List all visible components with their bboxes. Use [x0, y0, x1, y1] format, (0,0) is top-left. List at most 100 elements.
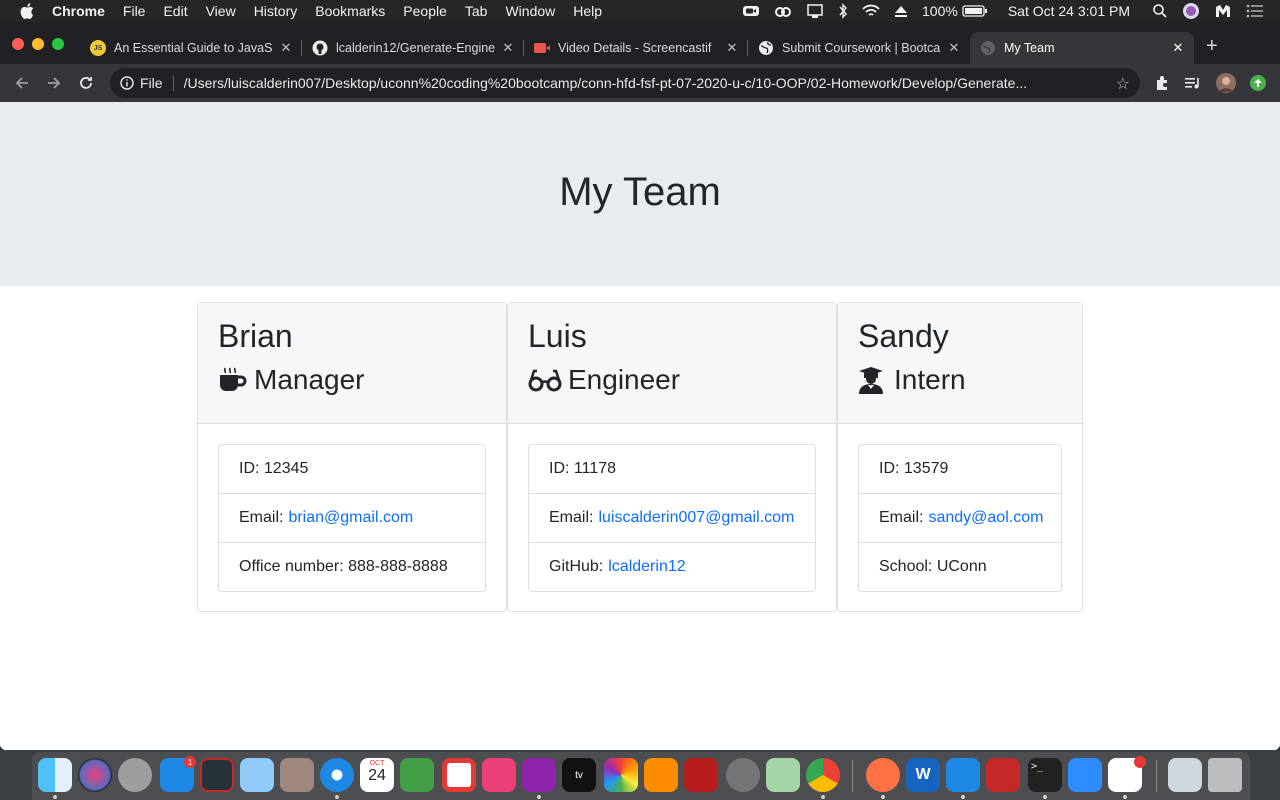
email-label: Email:: [879, 509, 924, 526]
arrow-right-icon: [48, 77, 61, 89]
tab-close-icon[interactable]: ✕: [1170, 40, 1186, 56]
battery-percent: 100%: [922, 3, 958, 19]
notification-center-icon[interactable]: [1246, 4, 1264, 18]
tab-submit-coursework[interactable]: Submit Coursework | Bootca ✕: [748, 32, 970, 64]
menu-edit[interactable]: Edit: [163, 3, 187, 19]
coffee-mug-icon: [218, 365, 248, 395]
apple-tv-icon[interactable]: tv: [562, 758, 596, 792]
update-arrow-icon[interactable]: [1250, 75, 1266, 91]
running-indicator: [537, 795, 541, 799]
back-button[interactable]: [12, 73, 32, 93]
employee-email-row: Email: luiscalderin007@gmail.com: [529, 494, 815, 543]
apple-icon[interactable]: [20, 3, 38, 19]
screencastify-icon: [534, 40, 550, 56]
info-icon[interactable]: [120, 76, 134, 90]
github-link[interactable]: lcalderin12: [608, 558, 685, 576]
menu-window[interactable]: Window: [505, 3, 555, 19]
menu-history[interactable]: History: [254, 3, 298, 19]
finder-icon[interactable]: [38, 758, 72, 792]
window-close-button[interactable]: [12, 38, 24, 50]
reload-button[interactable]: [76, 73, 96, 93]
menu-people[interactable]: People: [403, 3, 447, 19]
spotlight-search-icon[interactable]: [1152, 3, 1168, 19]
page-title: My Team: [559, 169, 721, 214]
running-indicator: [1043, 795, 1047, 799]
tab-title: lcalderin12/Generate-Engine: [336, 41, 496, 55]
music-icon[interactable]: [482, 758, 516, 792]
employee-github-row: GitHub: lcalderin12: [529, 543, 815, 591]
zoom-app-icon[interactable]: [1068, 758, 1102, 792]
email-link[interactable]: luiscalderin007@gmail.com: [598, 509, 794, 527]
email-label: Email:: [239, 509, 284, 526]
address-bar[interactable]: File /Users/luiscalderin007/Desktop/ucon…: [110, 68, 1140, 98]
tab-close-icon[interactable]: ✕: [278, 40, 294, 56]
extensions-puzzle-icon[interactable]: [1153, 74, 1171, 92]
terminal-icon[interactable]: >_: [1028, 758, 1062, 792]
chrome-icon[interactable]: [806, 758, 840, 792]
safari-icon[interactable]: [320, 758, 354, 792]
facetime-icon[interactable]: [400, 758, 434, 792]
media-playlist-icon[interactable]: [1184, 74, 1202, 92]
maps-icon[interactable]: [766, 758, 800, 792]
trash-icon[interactable]: [1208, 758, 1242, 792]
mail-icon[interactable]: [240, 758, 274, 792]
launchpad-icon[interactable]: [118, 758, 152, 792]
tab-close-icon[interactable]: ✕: [946, 40, 962, 56]
profile-avatar[interactable]: [1216, 73, 1236, 93]
macos-dock: 1 OCT 24 tv W >_: [32, 752, 1250, 800]
photo-viewer-icon[interactable]: [684, 758, 718, 792]
photo-booth-icon[interactable]: [200, 758, 234, 792]
tab-js-guide[interactable]: JS An Essential Guide to JavaS ✕: [80, 32, 302, 64]
bluetooth-icon[interactable]: [838, 3, 848, 19]
employee-card-intern: Sandy Intern ID: 13579 Email: sandy@aol.…: [837, 302, 1083, 612]
eject-icon[interactable]: [894, 4, 908, 18]
employee-card-engineer: Luis Engineer ID: 11178 Email: luiscalde…: [507, 302, 837, 612]
tab-close-icon[interactable]: ✕: [724, 40, 740, 56]
vscode-icon[interactable]: [946, 758, 980, 792]
tab-my-team[interactable]: My Team ✕: [970, 32, 1194, 64]
menu-app-name[interactable]: Chrome: [52, 3, 105, 19]
menu-help[interactable]: Help: [573, 3, 602, 19]
glasses-icon: [528, 365, 562, 395]
podcasts-icon[interactable]: [522, 758, 556, 792]
word-icon[interactable]: W: [906, 758, 940, 792]
system-preferences-icon[interactable]: [726, 758, 760, 792]
siri-icon[interactable]: [78, 758, 112, 792]
menu-file[interactable]: File: [123, 3, 146, 19]
tab-close-icon[interactable]: ✕: [500, 40, 516, 56]
malwarebytes-icon[interactable]: [1214, 3, 1232, 19]
menu-tab[interactable]: Tab: [465, 3, 488, 19]
menu-clock[interactable]: Sat Oct 24 3:01 PM: [1008, 3, 1130, 19]
calendar-icon[interactable]: OCT 24: [360, 758, 394, 792]
contacts-icon[interactable]: [280, 758, 314, 792]
card-body: ID: 12345 Email: brian@gmail.com Office …: [198, 424, 506, 612]
books-icon[interactable]: [644, 758, 678, 792]
news-icon[interactable]: [442, 758, 476, 792]
document-icon[interactable]: [1168, 758, 1202, 792]
menu-view[interactable]: View: [206, 3, 236, 19]
new-tab-button[interactable]: +: [1206, 36, 1218, 56]
tab-github[interactable]: lcalderin12/Generate-Engine ✕: [302, 32, 524, 64]
zoom-icon[interactable]: [742, 4, 760, 18]
screen-share-icon[interactable]: [806, 3, 824, 19]
window-minimize-button[interactable]: [32, 38, 44, 50]
tab-title: My Team: [1004, 41, 1055, 55]
creative-cloud-icon[interactable]: [774, 4, 792, 18]
url-text[interactable]: /Users/luiscalderin007/Desktop/uconn%20c…: [184, 75, 1104, 91]
window-zoom-button[interactable]: [52, 38, 64, 50]
battery-icon[interactable]: [962, 4, 988, 18]
tab-screencastify[interactable]: Video Details - Screencastif ✕: [524, 32, 748, 64]
siri-icon[interactable]: [1182, 2, 1200, 20]
menu-bookmarks[interactable]: Bookmarks: [315, 3, 385, 19]
acrobat-icon[interactable]: [986, 758, 1020, 792]
email-link[interactable]: brian@gmail.com: [288, 509, 413, 527]
pencil-app-icon[interactable]: [866, 758, 900, 792]
forward-button[interactable]: [44, 73, 64, 93]
email-link[interactable]: sandy@aol.com: [928, 509, 1043, 527]
card-header: Brian Manager: [198, 303, 506, 424]
wifi-icon[interactable]: [862, 4, 880, 18]
employee-role-label: Engineer: [568, 364, 681, 395]
bookmark-star-icon[interactable]: ☆: [1116, 74, 1130, 94]
photos-icon[interactable]: [604, 758, 638, 792]
email-label: Email:: [549, 509, 594, 526]
